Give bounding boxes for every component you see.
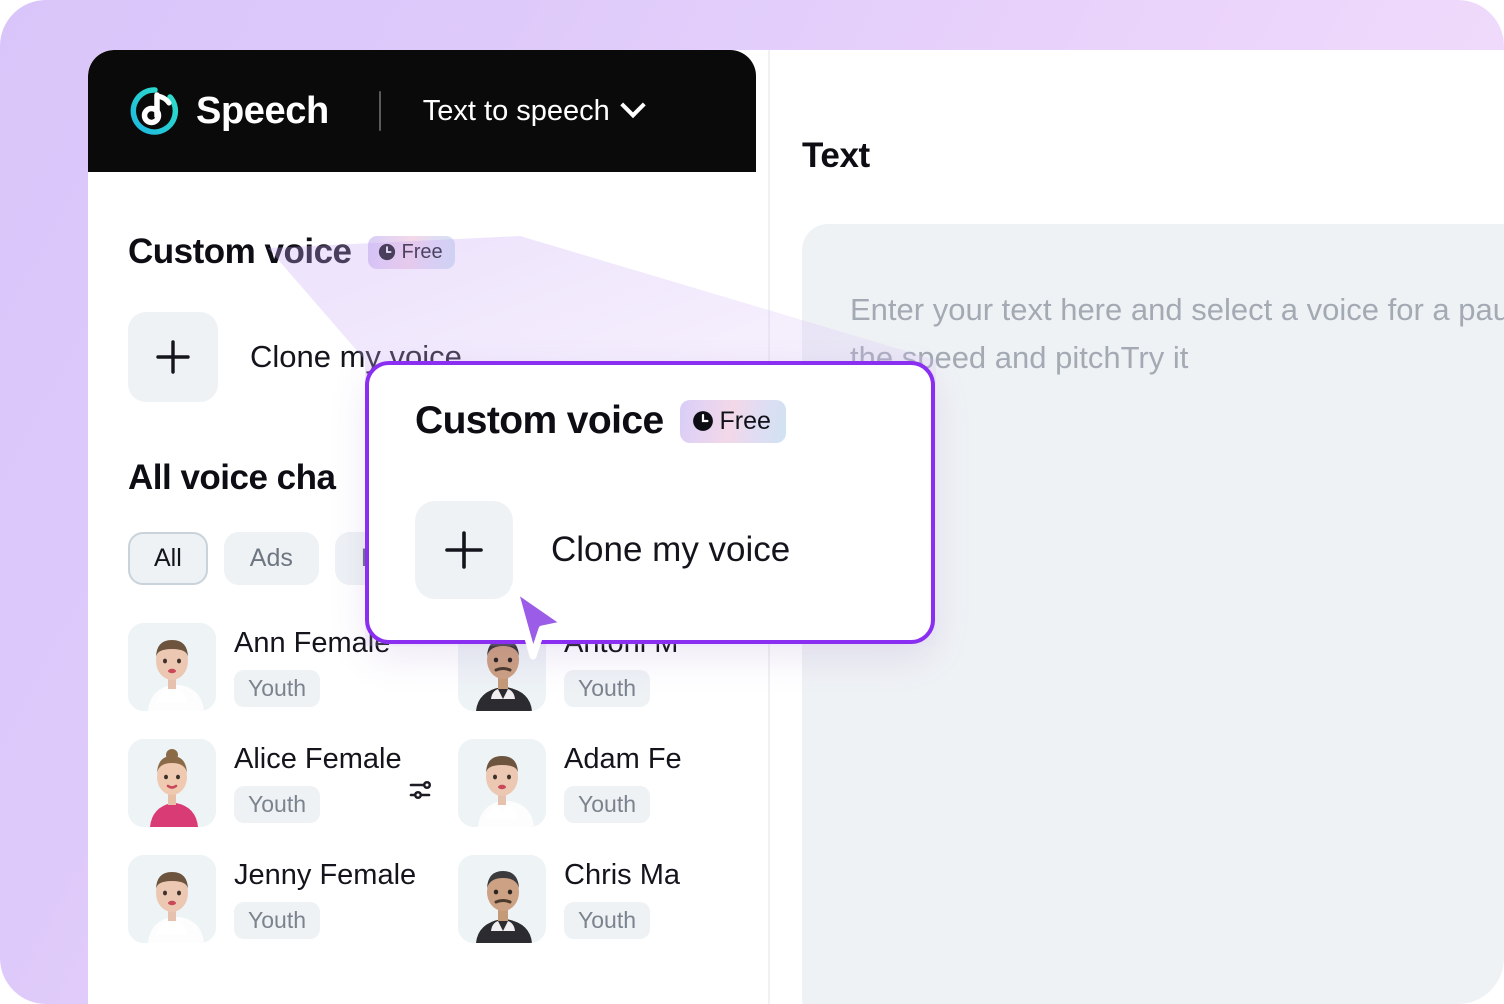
mode-dropdown[interactable]: Text to speech (422, 92, 646, 128)
page-backdrop: Speech Text to speech Custom voice Free … (0, 0, 1504, 1004)
avatar (128, 739, 216, 827)
callout-plus-tile[interactable] (415, 501, 513, 599)
mixer-cell (386, 855, 458, 891)
filter-chip-ads[interactable]: Ads (223, 532, 319, 585)
voice-list-item[interactable]: Chris Ma Youth (458, 855, 716, 943)
callout-heading: Custom voice Free (415, 399, 931, 443)
text-section-title: Text (802, 136, 870, 175)
voice-list-item[interactable]: Ann Female Youth (128, 623, 390, 711)
clock-icon (378, 243, 396, 261)
voice-list: Ann Female Youth Youth Alice Female Yout… (128, 623, 716, 943)
app-topbar: Speech Text to speech (88, 50, 756, 172)
topbar-divider (378, 91, 381, 131)
callout-clone-label: Clone my voice (551, 530, 791, 569)
voice-meta: Ann Female Youth (234, 623, 390, 708)
plus-icon (441, 527, 487, 573)
callout-free-label: Free (719, 406, 771, 435)
voice-name: Alice Female (234, 743, 402, 775)
voice-name: Ann Female (234, 627, 391, 659)
page-title: Custom voice (128, 232, 352, 271)
voice-tag: Youth (564, 902, 650, 940)
avatar (128, 855, 216, 943)
callout-free-badge: Free (679, 399, 786, 443)
free-badge: Free (367, 235, 455, 269)
voice-list-item[interactable]: Adam Fe Youth (458, 739, 716, 827)
voice-tag: Youth (234, 670, 320, 708)
voice-list-item[interactable]: Alice Female Youth (128, 739, 402, 827)
voice-tag: Youth (564, 670, 650, 708)
chevron-down-icon (620, 92, 646, 119)
mixer-cell[interactable] (386, 739, 458, 805)
voice-name: Chris Ma (564, 859, 681, 891)
music-note-circle-icon (128, 84, 182, 138)
voice-meta: Alice Female Youth (234, 739, 402, 824)
voice-meta: Jenny Female Youth (234, 855, 416, 940)
voice-name: Adam Fe (564, 743, 682, 775)
clock-icon (692, 410, 714, 432)
plus-icon (153, 337, 193, 377)
avatar (128, 623, 216, 711)
clone-plus-tile[interactable] (128, 312, 218, 402)
avatar (458, 855, 546, 943)
custom-voice-heading: Custom voice Free (128, 232, 716, 272)
voice-list-item[interactable]: Jenny Female Youth (128, 855, 416, 943)
voice-tag: Youth (564, 786, 650, 824)
callout-title: Custom voice (415, 399, 664, 442)
text-input-placeholder: Enter your text here and select a voice … (850, 292, 1504, 376)
free-badge-label: Free (401, 240, 443, 263)
avatar (458, 739, 546, 827)
filter-chip-all[interactable]: All (128, 532, 208, 585)
voice-tag: Youth (234, 786, 320, 824)
voice-meta: Chris Ma Youth (564, 855, 681, 940)
voice-meta: Adam Fe Youth (564, 739, 682, 824)
sliders-icon[interactable] (407, 775, 437, 805)
magnified-callout: Custom voice Free Clone my voice (365, 361, 935, 644)
voice-tag: Youth (234, 902, 320, 940)
callout-clone-my-voice-button[interactable]: Clone my voice (415, 501, 931, 599)
mode-label: Text to speech (422, 94, 610, 127)
brand-name: Speech (196, 89, 329, 132)
